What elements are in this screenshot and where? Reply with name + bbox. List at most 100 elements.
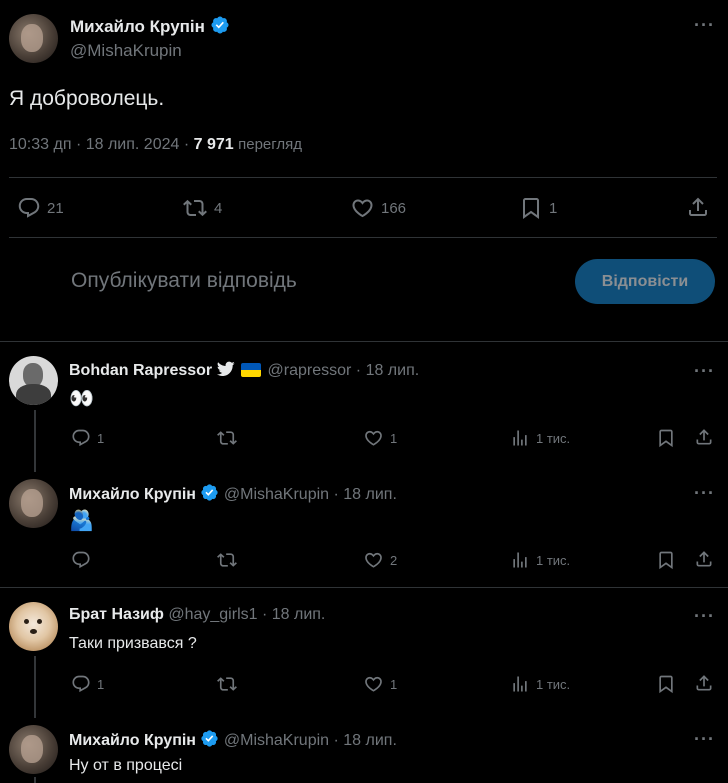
- more-icon[interactable]: ···: [694, 607, 715, 625]
- verified-badge-icon: [210, 15, 230, 35]
- verified-badge-icon: [200, 729, 219, 748]
- reply-text: 👀: [69, 388, 94, 410]
- bookmark-count: 1: [549, 199, 558, 217]
- retweet-button[interactable]: [216, 550, 238, 570]
- reply-icon: [71, 674, 91, 694]
- reply-author-name[interactable]: Михайло Крупін: [69, 732, 196, 749]
- reply-icon: [71, 550, 91, 570]
- more-icon[interactable]: ···: [694, 16, 715, 34]
- reply-author-name[interactable]: Брат Назиф: [69, 606, 164, 623]
- thread-line: [34, 777, 36, 783]
- tweet-time[interactable]: 10:33 дп: [9, 136, 71, 153]
- reply-button[interactable]: 1: [71, 674, 104, 694]
- retweet-button[interactable]: [216, 428, 238, 448]
- reply-date[interactable]: 18 лип.: [343, 486, 397, 503]
- retweet-icon: [216, 674, 238, 694]
- reply-button[interactable]: 21: [17, 196, 64, 220]
- share-button[interactable]: [686, 195, 710, 219]
- views-button[interactable]: 1 тис.: [510, 428, 570, 448]
- like-count: 2: [390, 552, 398, 568]
- reply-text: 🫂: [69, 510, 94, 532]
- reply-count: 1: [97, 430, 105, 446]
- divider: [9, 237, 717, 238]
- heart-icon: [363, 550, 384, 570]
- reply-date[interactable]: 18 лип.: [272, 606, 326, 623]
- divider: [0, 341, 728, 342]
- retweet-button[interactable]: 4: [182, 196, 222, 220]
- views-count: 7 971: [193, 136, 234, 153]
- reply-avatar[interactable]: [9, 356, 58, 405]
- reply-avatar[interactable]: [9, 725, 58, 774]
- like-button[interactable]: 1: [363, 674, 397, 694]
- share-button[interactable]: [694, 549, 714, 569]
- retweet-button[interactable]: [216, 674, 238, 694]
- views-count: 1 тис.: [536, 430, 571, 446]
- meta-separator: ·: [355, 362, 362, 379]
- reply-date[interactable]: 18 лип.: [366, 362, 420, 379]
- share-button[interactable]: [694, 673, 714, 693]
- reply-handle[interactable]: @hay_girls1: [168, 606, 257, 623]
- retweet-icon: [216, 428, 238, 448]
- views-count: 1 тис.: [536, 552, 571, 568]
- reply-author-name[interactable]: Михайло Крупін: [69, 486, 196, 503]
- bookmark-button[interactable]: [656, 674, 676, 694]
- like-button[interactable]: 2: [363, 550, 397, 570]
- views-icon: [510, 674, 530, 694]
- bookmark-icon: [656, 550, 676, 570]
- views-icon: [510, 428, 530, 448]
- reply-avatar[interactable]: [9, 479, 58, 528]
- meta-separator: ·: [183, 136, 190, 153]
- reply-input[interactable]: Опублікувати відповідь: [71, 269, 297, 293]
- ukraine-flag-icon: [241, 363, 262, 377]
- retweet-count: 4: [214, 199, 223, 217]
- reply-count: 21: [47, 199, 64, 217]
- reply-button[interactable]: [71, 550, 91, 570]
- bookmark-button[interactable]: 1: [519, 196, 557, 220]
- bookmark-icon: [656, 428, 676, 448]
- like-button[interactable]: 1: [363, 428, 397, 448]
- views-count: 1 тис.: [536, 676, 571, 692]
- author-handle[interactable]: @MishaKrupin: [70, 41, 182, 61]
- like-button[interactable]: 166: [350, 196, 406, 220]
- divider: [9, 177, 717, 178]
- share-icon: [694, 673, 714, 693]
- meta-separator: ·: [75, 136, 82, 153]
- reply-author-name[interactable]: Bohdan Rapressor: [69, 362, 212, 379]
- views-button[interactable]: 1 тис.: [510, 674, 570, 694]
- meta-separator: ·: [333, 486, 339, 503]
- reply-button[interactable]: 1: [71, 428, 104, 448]
- views-button[interactable]: 1 тис.: [510, 550, 570, 570]
- like-count: 166: [381, 199, 407, 217]
- divider: [0, 587, 728, 588]
- more-icon[interactable]: ···: [694, 730, 715, 748]
- reply-submit-button[interactable]: Відповісти: [575, 259, 715, 304]
- reply-handle[interactable]: @MishaKrupin: [224, 732, 329, 749]
- more-icon[interactable]: ···: [694, 484, 715, 502]
- tweet-date[interactable]: 18 лип. 2024: [86, 136, 180, 153]
- reply-handle[interactable]: @rapressor: [268, 362, 352, 379]
- share-button[interactable]: [694, 427, 714, 447]
- author-avatar[interactable]: [9, 14, 58, 63]
- bookmark-button[interactable]: [656, 428, 676, 448]
- reply-date[interactable]: 18 лип.: [343, 732, 397, 749]
- bookmark-icon: [656, 674, 676, 694]
- like-count: 1: [390, 676, 398, 692]
- retweet-icon: [182, 196, 208, 220]
- thread-line: [34, 656, 36, 718]
- share-icon: [694, 427, 714, 447]
- meta-separator: ·: [333, 732, 339, 749]
- bird-icon: [216, 361, 235, 376]
- verified-badge-icon: [200, 483, 219, 502]
- share-icon: [686, 195, 710, 219]
- reply-icon: [17, 196, 41, 220]
- reply-handle[interactable]: @MishaKrupin: [224, 486, 329, 503]
- more-icon[interactable]: ···: [694, 362, 715, 380]
- reply-text: Таки призвався ?: [69, 635, 197, 652]
- reply-icon: [71, 428, 91, 448]
- author-name[interactable]: Михайло Крупін: [70, 17, 205, 36]
- reply-count: 1: [97, 676, 105, 692]
- reply-avatar[interactable]: [9, 602, 58, 651]
- bookmark-button[interactable]: [656, 550, 676, 570]
- tweet-text: Я доброволець.: [9, 87, 165, 110]
- heart-icon: [363, 428, 384, 448]
